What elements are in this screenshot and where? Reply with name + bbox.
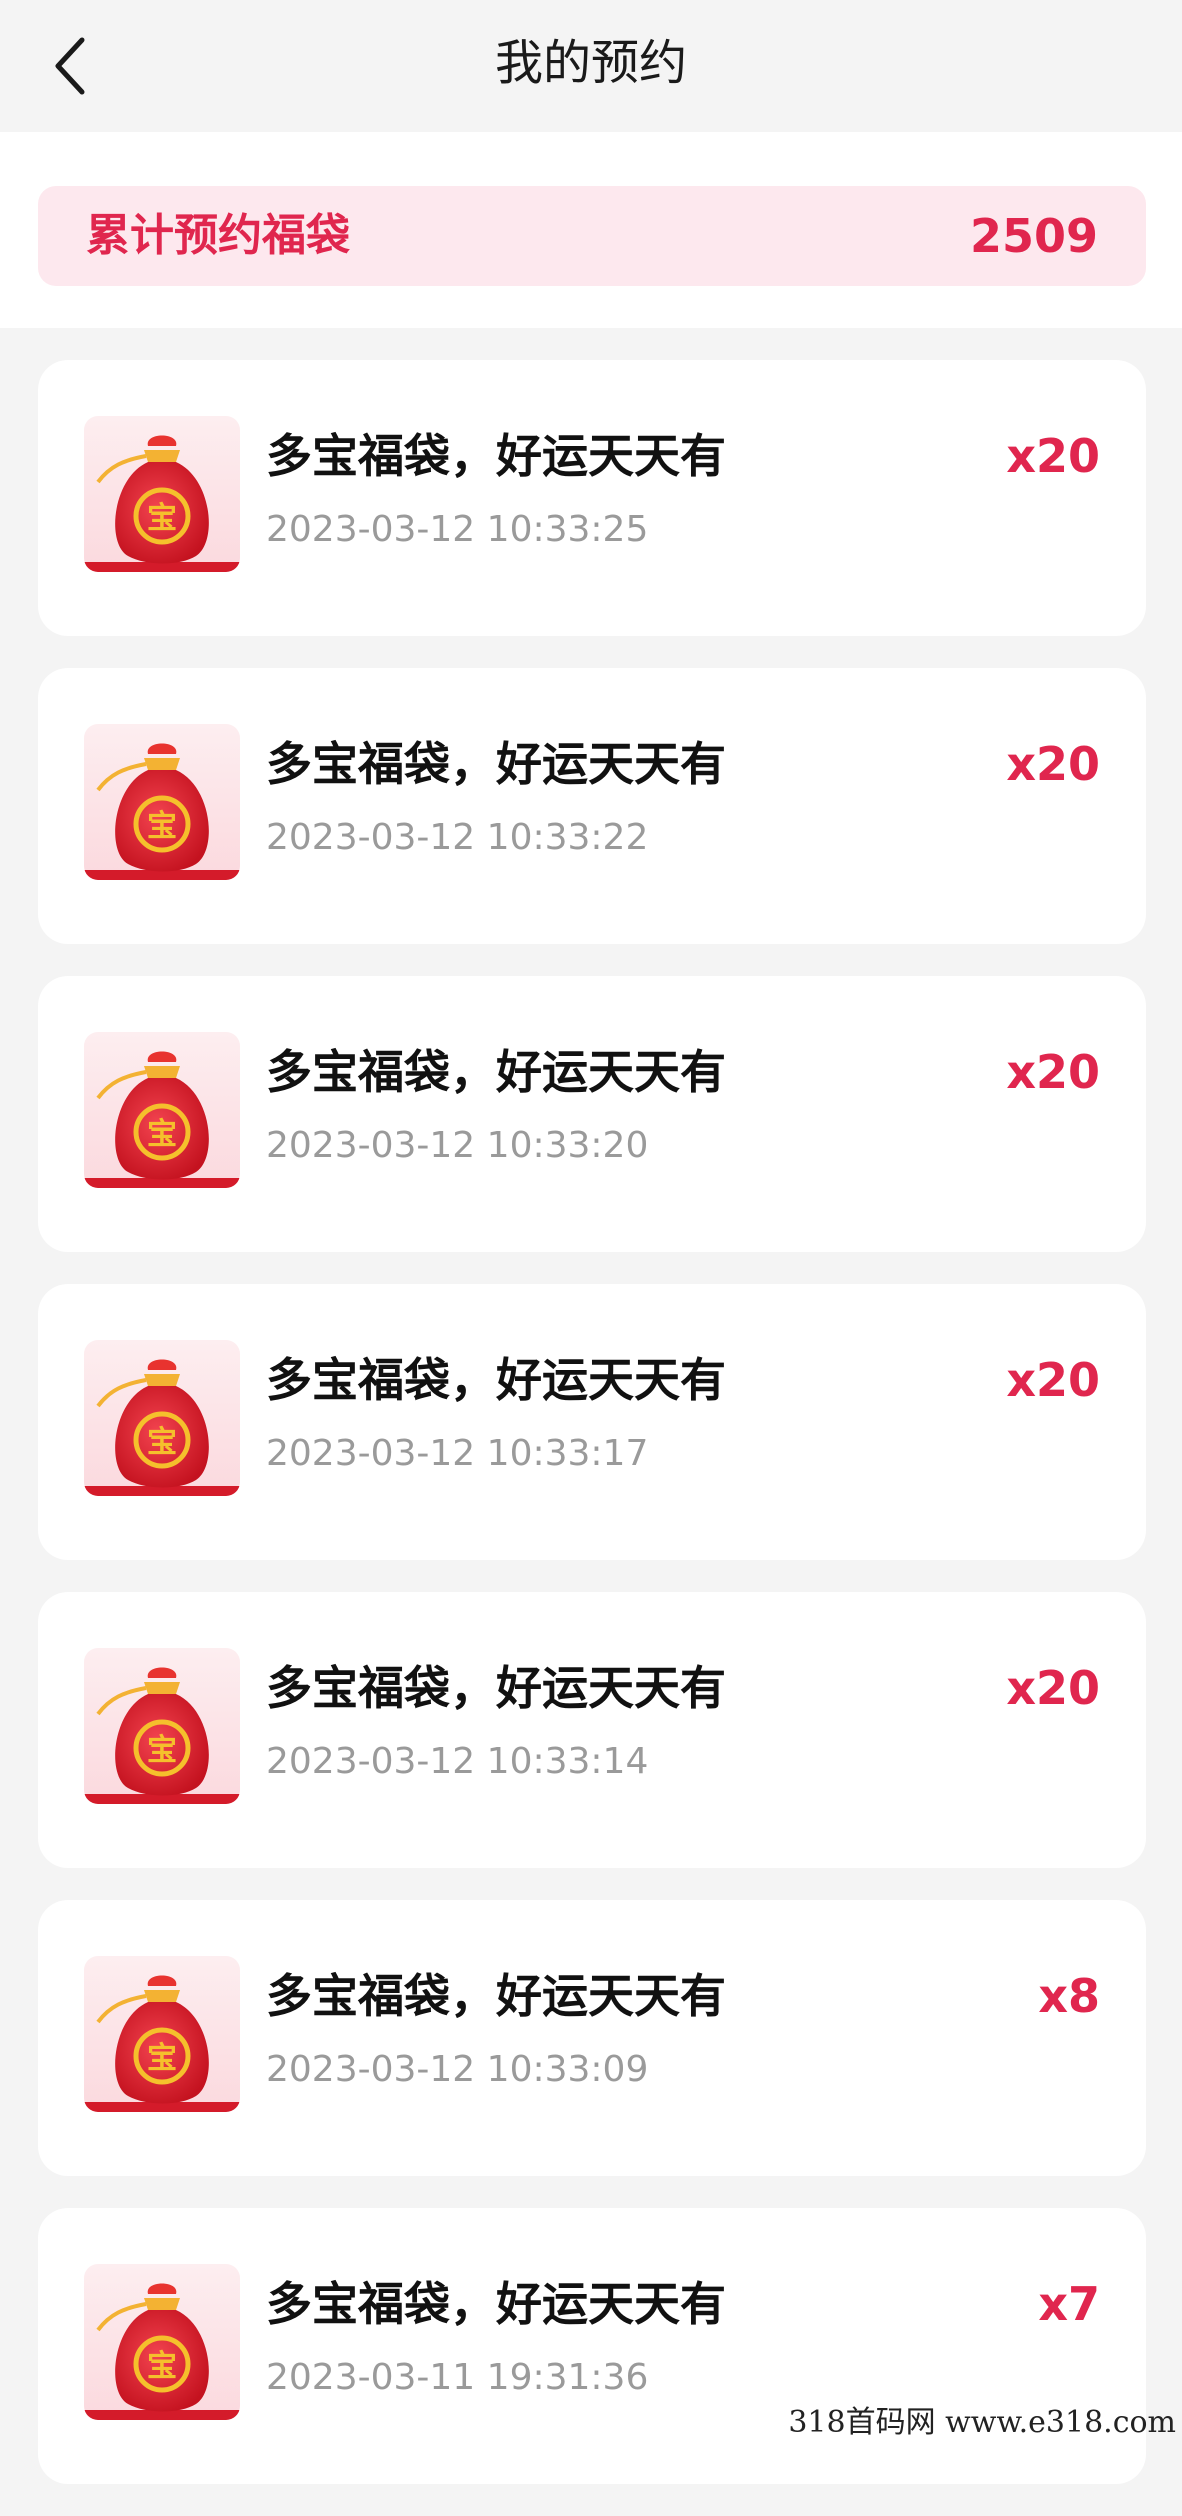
item-time: 2023-03-11 19:31:36 — [266, 2357, 649, 2398]
list-item[interactable]: 宝 多宝福袋，好运天天有 2023-03-12 10:33:20 x20 — [38, 976, 1146, 1252]
item-quantity: x20 — [1006, 1045, 1100, 1099]
list-item[interactable]: 宝 多宝福袋，好运天天有 2023-03-11 19:31:36 x7 — [38, 2208, 1146, 2484]
watermark: 318首码网 www.e318.com — [788, 2405, 1176, 2440]
svg-text:宝: 宝 — [147, 1733, 177, 1768]
lucky-bag-icon: 宝 — [84, 1648, 240, 1804]
list-item[interactable]: 宝 多宝福袋，好运天天有 2023-03-12 10:33:22 x20 — [38, 668, 1146, 944]
item-quantity: x20 — [1006, 429, 1100, 483]
svg-text:宝: 宝 — [147, 809, 177, 844]
item-time: 2023-03-12 10:33:17 — [266, 1433, 649, 1474]
item-quantity: x20 — [1006, 1661, 1100, 1715]
list-item[interactable]: 宝 多宝福袋，好运天天有 2023-03-12 10:33:25 x20 — [38, 360, 1146, 636]
lucky-bag-icon: 宝 — [84, 724, 240, 880]
lucky-bag-icon: 宝 — [84, 416, 240, 572]
list-item[interactable]: 宝 多宝福袋，好运天天有 2023-03-12 10:33:17 x20 — [38, 1284, 1146, 1560]
item-title: 多宝福袋，好运天天有 — [266, 1045, 726, 1099]
svg-text:宝: 宝 — [147, 2041, 177, 2076]
summary-section: 累计预约福袋 2509 — [0, 132, 1182, 328]
svg-text:宝: 宝 — [147, 501, 177, 536]
item-time: 2023-03-12 10:33:22 — [266, 817, 649, 858]
summary-banner: 累计预约福袋 2509 — [38, 186, 1146, 286]
svg-text:宝: 宝 — [147, 1425, 177, 1460]
item-time: 2023-03-12 10:33:20 — [266, 1125, 649, 1166]
item-title: 多宝福袋，好运天天有 — [266, 1661, 726, 1715]
item-quantity: x8 — [1038, 1969, 1100, 2023]
item-title: 多宝福袋，好运天天有 — [266, 1969, 726, 2023]
item-time: 2023-03-12 10:33:09 — [266, 2049, 649, 2090]
item-title: 多宝福袋，好运天天有 — [266, 2277, 726, 2331]
svg-text:宝: 宝 — [147, 1117, 177, 1152]
item-quantity: x7 — [1038, 2277, 1100, 2331]
item-time: 2023-03-12 10:33:25 — [266, 509, 649, 550]
lucky-bag-icon: 宝 — [84, 1340, 240, 1496]
item-quantity: x20 — [1006, 1353, 1100, 1407]
top-bar: 我的预约 — [0, 0, 1182, 132]
summary-label: 累计预约福袋 — [86, 210, 350, 261]
svg-text:宝: 宝 — [147, 2349, 177, 2384]
lucky-bag-icon: 宝 — [84, 1032, 240, 1188]
list-item[interactable]: 宝 多宝福袋，好运天天有 2023-03-12 10:33:14 x20 — [38, 1592, 1146, 1868]
list-item[interactable]: 宝 多宝福袋，好运天天有 2023-03-12 10:33:09 x8 — [38, 1900, 1146, 2176]
summary-count: 2509 — [969, 209, 1098, 263]
item-title: 多宝福袋，好运天天有 — [266, 737, 726, 791]
item-title: 多宝福袋，好运天天有 — [266, 1353, 726, 1407]
lucky-bag-icon: 宝 — [84, 2264, 240, 2420]
page-title: 我的预约 — [494, 35, 687, 91]
item-title: 多宝福袋，好运天天有 — [266, 429, 726, 483]
lucky-bag-icon: 宝 — [84, 1956, 240, 2112]
item-time: 2023-03-12 10:33:14 — [266, 1741, 649, 1782]
item-quantity: x20 — [1006, 737, 1100, 791]
reservation-list: 宝 多宝福袋，好运天天有 2023-03-12 10:33:25 x20 宝 多… — [38, 360, 1146, 2516]
